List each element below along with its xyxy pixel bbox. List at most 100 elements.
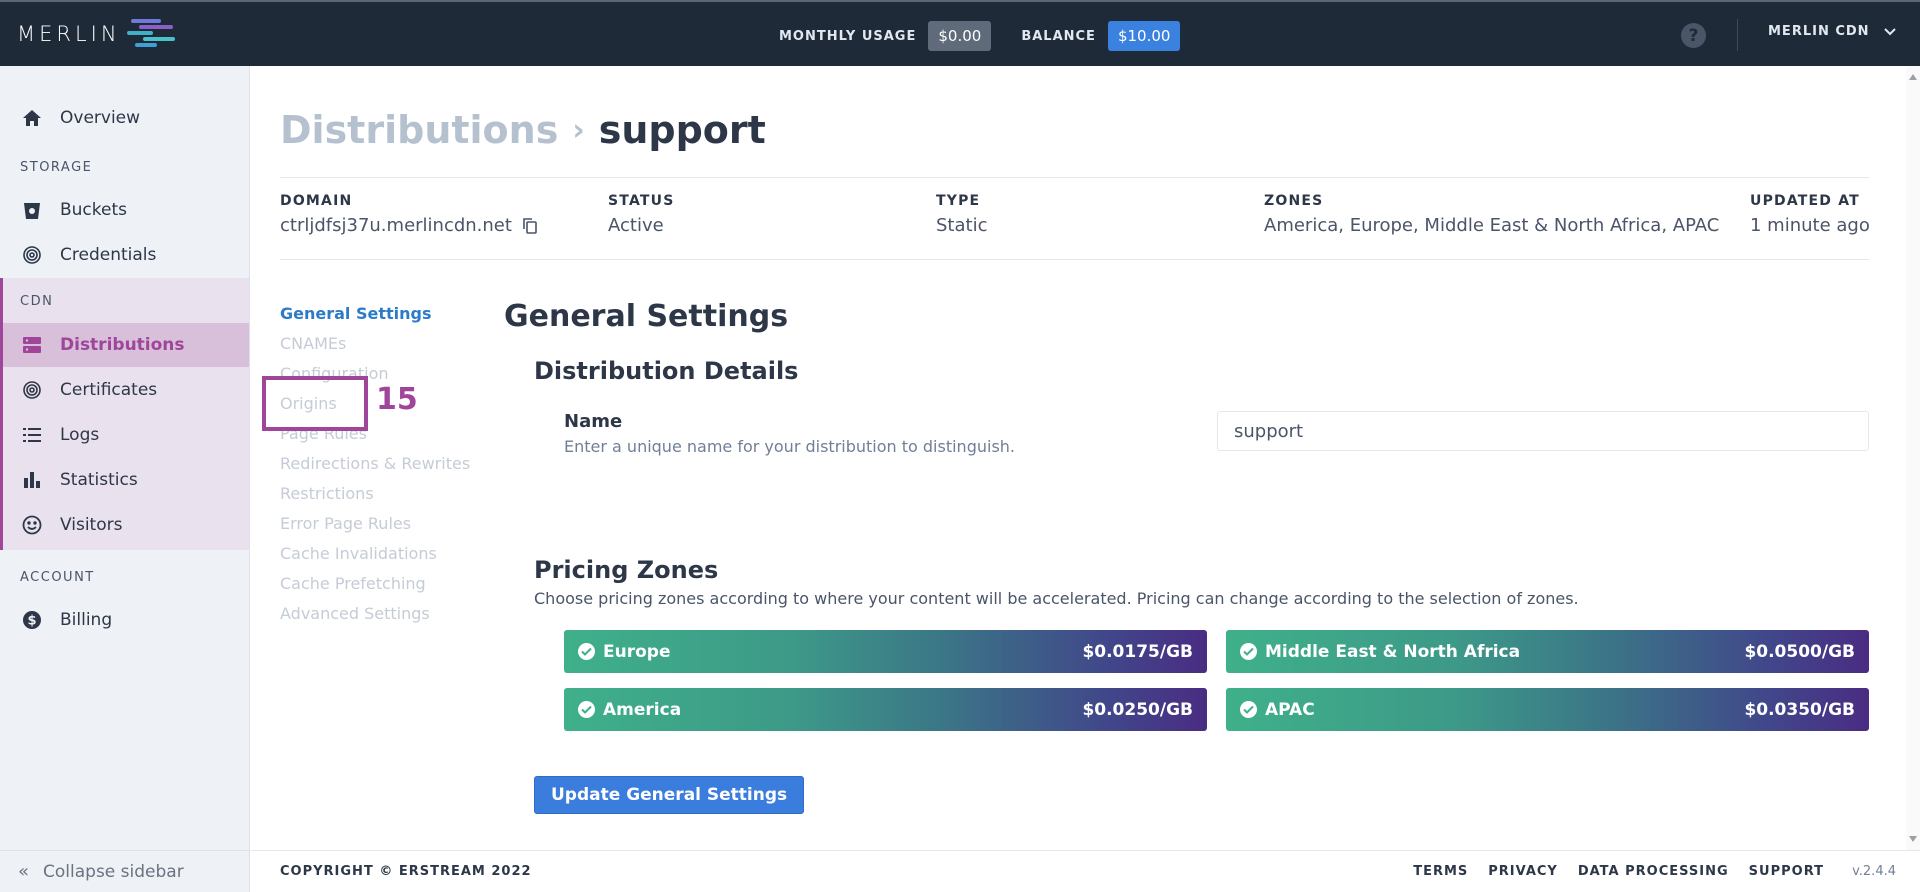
section-title: General Settings <box>504 299 789 334</box>
account-menu[interactable]: MERLIN CDN <box>1768 24 1896 39</box>
subnav-cache-prefetching[interactable]: Cache Prefetching <box>280 569 470 599</box>
bar-chart-icon <box>20 468 44 492</box>
check-circle-icon <box>1240 643 1257 660</box>
sidebar-item-certificates[interactable]: Certificates <box>3 368 249 412</box>
page-title: support <box>598 108 766 152</box>
scroll-up-icon[interactable] <box>1909 74 1917 80</box>
footer-terms-link[interactable]: TERMS <box>1413 864 1468 879</box>
sidebar-item-visitors[interactable]: Visitors <box>3 503 249 547</box>
zone-toggle-america[interactable]: America $0.0250/GB <box>564 688 1207 731</box>
meta-type-value: Static <box>936 215 988 236</box>
meta-updated-value: 1 minute ago <box>1750 215 1870 236</box>
check-circle-icon <box>578 643 595 660</box>
sidebar-item-buckets[interactable]: Buckets <box>0 188 249 232</box>
update-general-settings-button[interactable]: Update General Settings <box>534 776 805 814</box>
logo[interactable]: MERLIN <box>17 16 179 52</box>
chevron-down-icon <box>1883 27 1896 35</box>
meta-status: STATUS Active <box>608 193 675 236</box>
list-icon <box>20 423 44 447</box>
annotation-highlight-box <box>262 376 368 431</box>
collapse-sidebar-button[interactable]: « Collapse sidebar <box>0 850 249 892</box>
zone-name: America <box>603 699 682 720</box>
account-section-label: ACCOUNT <box>20 570 95 585</box>
general-settings-panel: General Settings Distribution Details Na… <box>504 299 1869 814</box>
sidebar-item-logs[interactable]: Logs <box>3 413 249 457</box>
meta-updated-at: UPDATED AT 1 minute ago <box>1750 193 1870 236</box>
sidebar-item-label: Buckets <box>60 200 128 220</box>
sidebar-item-label: Logs <box>60 425 100 445</box>
sidebar-item-label: Billing <box>60 610 113 630</box>
zone-price: $0.0175/GB <box>1082 641 1193 662</box>
footer-data-processing-link[interactable]: DATA PROCESSING <box>1578 864 1729 879</box>
distribution-details-title: Distribution Details <box>534 357 799 385</box>
scroll-down-icon[interactable] <box>1909 836 1917 842</box>
meta-domain-value-row: ctrljdfsj37u.merlincdn.net <box>280 215 538 236</box>
zone-toggle-europe[interactable]: Europe $0.0175/GB <box>564 630 1207 673</box>
subnav-advanced-settings[interactable]: Advanced Settings <box>280 599 470 629</box>
account-name: MERLIN CDN <box>1768 24 1870 39</box>
subnav-general-settings[interactable]: General Settings <box>280 299 470 329</box>
app-version: v.2.4.4 <box>1852 864 1896 879</box>
sidebar-item-label: Visitors <box>60 515 123 535</box>
meta-type-label: TYPE <box>936 193 981 209</box>
main-content: Distributions › support DOMAIN ctrljdfsj… <box>251 66 1906 850</box>
footer-support-link[interactable]: SUPPORT <box>1749 864 1824 879</box>
footer-links: TERMS PRIVACY DATA PROCESSING SUPPORT <box>1393 864 1824 879</box>
help-icon[interactable]: ? <box>1681 23 1706 48</box>
sidebar-item-statistics[interactable]: Statistics <box>3 458 249 502</box>
balance-label: BALANCE <box>1021 28 1096 44</box>
collapse-sidebar-label: Collapse sidebar <box>43 861 184 882</box>
breadcrumb: Distributions › support <box>280 108 766 152</box>
fingerprint-icon <box>20 243 44 267</box>
usage-summary: MONTHLY USAGE $0.00 BALANCE $10.00 <box>779 20 1181 52</box>
home-icon <box>20 106 44 130</box>
sidebar-item-label: Distributions <box>60 335 185 355</box>
meta-domain: DOMAIN ctrljdfsj37u.merlincdn.net <box>280 193 538 236</box>
distribution-name-input[interactable] <box>1217 411 1869 451</box>
zone-toggle-middle-east-north-africa[interactable]: Middle East & North Africa $0.0500/GB <box>1226 630 1869 673</box>
sidebar-item-overview[interactable]: Overview <box>0 96 249 140</box>
meta-status-value: Active <box>608 215 664 236</box>
footer: COPYRIGHT © ERSTREAM 2022 TERMS PRIVACY … <box>251 850 1920 892</box>
pricing-zones-title: Pricing Zones <box>534 556 719 584</box>
breadcrumb-separator-icon: › <box>572 112 585 148</box>
sidebar-item-label: Credentials <box>60 245 157 265</box>
breadcrumb-distributions-link[interactable]: Distributions <box>280 108 558 152</box>
logo-mark-icon <box>126 19 175 47</box>
fingerprint-icon <box>20 378 44 402</box>
meta-type: TYPE Static <box>936 193 987 236</box>
copyright: COPYRIGHT © ERSTREAM 2022 <box>280 864 532 879</box>
top-bar: MERLIN MONTHLY USAGE $0.00 BALANCE $10.0… <box>0 0 1920 66</box>
topbar-divider <box>1737 19 1738 51</box>
subnav-redirections-rewrites[interactable]: Redirections & Rewrites <box>280 449 470 479</box>
sidebar-item-distributions[interactable]: Distributions <box>3 323 249 367</box>
meta-status-label: STATUS <box>608 193 675 209</box>
server-icon <box>20 333 44 357</box>
divider <box>280 259 1869 260</box>
annotation-number: 15 <box>376 382 418 417</box>
subnav-restrictions[interactable]: Restrictions <box>280 479 470 509</box>
footer-privacy-link[interactable]: PRIVACY <box>1488 864 1558 879</box>
sidebar-item-billing[interactable]: $ Billing <box>0 598 249 642</box>
subnav-cache-invalidations[interactable]: Cache Invalidations <box>280 539 470 569</box>
zone-price: $0.0500/GB <box>1744 641 1855 662</box>
meta-zones-value: America, Europe, Middle East & North Afr… <box>1264 215 1720 236</box>
zone-toggle-apac[interactable]: APAC $0.0350/GB <box>1226 688 1869 731</box>
subnav-error-page-rules[interactable]: Error Page Rules <box>280 509 470 539</box>
zone-price: $0.0250/GB <box>1082 699 1193 720</box>
zone-name: Middle East & North Africa <box>1265 641 1521 662</box>
zone-name: APAC <box>1265 699 1315 720</box>
check-circle-icon <box>578 701 595 718</box>
copy-icon[interactable] <box>522 217 538 235</box>
sidebar-item-label: Overview <box>60 108 141 128</box>
divider <box>280 177 1869 178</box>
scrollbar[interactable] <box>1906 66 1920 850</box>
check-circle-icon <box>1240 701 1257 718</box>
subnav-cnames[interactable]: CNAMEs <box>280 329 470 359</box>
sidebar-item-credentials[interactable]: Credentials <box>0 233 249 277</box>
zone-price: $0.0350/GB <box>1744 699 1855 720</box>
meta-zones: ZONES America, Europe, Middle East & Nor… <box>1264 193 1719 236</box>
smiley-icon <box>20 513 44 537</box>
sidebar-item-label: Certificates <box>60 380 158 400</box>
balance-value: $10.00 <box>1107 21 1181 51</box>
